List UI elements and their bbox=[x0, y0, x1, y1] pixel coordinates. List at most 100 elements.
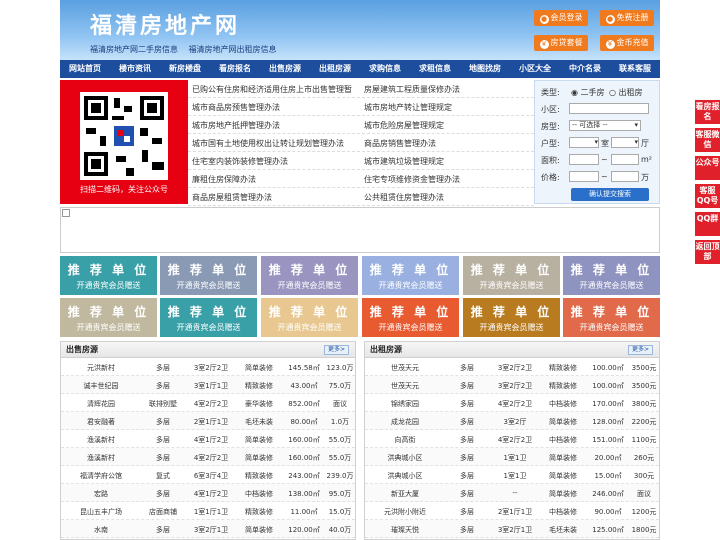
table-row[interactable]: 水南 多层 3室2厅1卫 简单装修 120.00㎡ 40.0万 bbox=[61, 520, 355, 538]
nav-rent[interactable]: 出租房源 bbox=[310, 60, 360, 78]
link-item[interactable]: 城市危险房屋管理规定 bbox=[364, 120, 444, 131]
table-row[interactable]: 昆山五丰广场 店面商铺 1室1厅1卫 精致装修 11.00㎡ 15.0万 bbox=[61, 502, 355, 520]
nav-wanted-rent[interactable]: 求租信息 bbox=[410, 60, 460, 78]
link-item[interactable]: 商品房屋租赁管理办法 bbox=[192, 192, 272, 203]
table-row[interactable]: 世茂天元 多层 3室2厅2卫 精致装修 100.00㎡ 3500元 bbox=[365, 358, 659, 376]
recommend-ad-slot[interactable]: 推 荐 单 位开通贵宾会员赠送 bbox=[563, 298, 660, 337]
link-item[interactable]: 城市建筑垃圾管理规定 bbox=[364, 156, 444, 167]
link-item[interactable]: 住宅室内装饰装修管理办法 bbox=[192, 156, 288, 167]
side-button[interactable]: 客服微信 bbox=[695, 128, 720, 152]
table-row[interactable]: 君安融著 多层 2室1厅1卫 毛坯未装 80.00㎡ 1.0万 bbox=[61, 412, 355, 430]
table-row[interactable]: 宏路 多层 4室1厅2卫 中档装修 138.00㎡ 95.0万 bbox=[61, 484, 355, 502]
table-row[interactable]: 元洪新村 多层 3室2厅2卫 简单装修 145.58㎡ 123.0万 bbox=[61, 358, 355, 376]
price-max-input[interactable] bbox=[611, 171, 639, 182]
link-item[interactable]: 城市房地产转让管理规定 bbox=[364, 102, 452, 113]
link-item[interactable]: 已购公有住房和经济适用住房上市出售管理暂 bbox=[192, 84, 352, 95]
type-secondhand-radio[interactable]: ◉ 二手房 bbox=[571, 87, 605, 98]
rent-more-button[interactable]: 更多> bbox=[627, 345, 653, 355]
table-row[interactable]: 清辉花园 联排别墅 4室2厅2卫 豪华装修 852.00㎡ 面议 bbox=[61, 394, 355, 412]
login-button[interactable]: ● 会员登录 bbox=[534, 10, 588, 26]
table-row[interactable]: 璀璨天悦 多层 3室2厅1卫 毛坯未装 125.00㎡ 1800元 bbox=[365, 520, 659, 538]
table-row[interactable]: 新亚大厦 多层 -- 简单装修 246.00㎡ 面议 bbox=[365, 484, 659, 502]
listing-community[interactable]: 元洪附小附近 bbox=[365, 507, 445, 517]
listing-community[interactable]: 新亚大厦 bbox=[365, 489, 445, 499]
area-min-input[interactable] bbox=[569, 154, 599, 165]
nav-agents[interactable]: 中介名录 bbox=[560, 60, 610, 78]
listing-community[interactable]: 洪典城小区 bbox=[365, 471, 445, 481]
link-item[interactable]: 住宅专项维修资金管理办法 bbox=[364, 174, 460, 185]
link-item[interactable]: 城市商品房预售管理办法 bbox=[192, 102, 280, 113]
listing-community[interactable]: 成龙花园 bbox=[365, 417, 445, 427]
search-submit-button[interactable]: 确认提交搜索 bbox=[571, 188, 649, 201]
table-row[interactable]: 福清学府公馆 复式 6室3厅4卫 精致装修 243.00㎡ 239.0万 bbox=[61, 466, 355, 484]
table-row[interactable]: 渔溪新村 多层 4室1厅2卫 简单装修 160.00㎡ 55.0万 bbox=[61, 430, 355, 448]
house-type-select[interactable]: -- 可选择 -- ▾ bbox=[569, 120, 641, 131]
link-item[interactable]: 城市国有土地使用权出让转让规划管理办法 bbox=[192, 138, 344, 149]
nav-sale[interactable]: 出售房源 bbox=[260, 60, 310, 78]
recommend-ad-slot[interactable]: 推 荐 单 位开通贵宾会员赠送 bbox=[463, 298, 560, 337]
table-row[interactable]: 渔溪新村 多层 4室2厅2卫 简单装修 160.00㎡ 55.0万 bbox=[61, 448, 355, 466]
sale-more-button[interactable]: 更多> bbox=[323, 345, 349, 355]
table-row[interactable]: 洪典城小区 多层 1室1卫 简单装修 15.00㎡ 300元 bbox=[365, 466, 659, 484]
nav-news[interactable]: 楼市资讯 bbox=[110, 60, 160, 78]
recommend-ad-slot[interactable]: 推 荐 单 位开通贵宾会员赠送 bbox=[160, 256, 257, 295]
recommend-ad-slot[interactable]: 推 荐 单 位开通贵宾会员赠送 bbox=[261, 256, 358, 295]
listing-community[interactable]: 宏路 bbox=[61, 489, 141, 499]
site-logo[interactable]: 福清房地产网 bbox=[90, 8, 240, 40]
nav-contact[interactable]: 联系客服 bbox=[610, 60, 660, 78]
listing-community[interactable]: 洪典城小区 bbox=[365, 453, 445, 463]
secondhand-link[interactable]: 福清房地产网二手房信息 bbox=[90, 45, 178, 54]
side-button[interactable]: 看房报名 bbox=[695, 100, 720, 124]
link-item[interactable]: 房屋建筑工程质量保修办法 bbox=[364, 84, 460, 95]
link-item[interactable]: 商品房销售管理办法 bbox=[364, 138, 436, 149]
recommend-ad-slot[interactable]: 推 荐 单 位开通贵宾会员赠送 bbox=[362, 256, 459, 295]
recharge-button[interactable]: ¥ 金币充值 bbox=[600, 35, 654, 51]
listing-community[interactable]: 元洪新村 bbox=[61, 363, 141, 373]
listing-community[interactable]: 君安融著 bbox=[61, 417, 141, 427]
table-row[interactable]: 向高街 多层 4室2厅2卫 中档装修 151.00㎡ 1100元 bbox=[365, 430, 659, 448]
link-item[interactable]: 公共租赁住房管理办法 bbox=[364, 192, 444, 203]
community-input[interactable] bbox=[569, 103, 649, 114]
area-max-input[interactable] bbox=[611, 154, 639, 165]
nav-new-homes[interactable]: 新房楼盘 bbox=[160, 60, 210, 78]
listing-community[interactable]: 璀璨天悦 bbox=[365, 525, 445, 535]
nav-communities[interactable]: 小区大全 bbox=[510, 60, 560, 78]
hall-select[interactable]: ▾ bbox=[611, 137, 639, 148]
listing-community[interactable]: 水南 bbox=[61, 525, 141, 535]
table-row[interactable]: 诚丰世纪园 多层 3室1厅1卫 精致装修 43.00㎡ 75.0万 bbox=[61, 376, 355, 394]
link-item[interactable]: 廉租住房保障办法 bbox=[192, 174, 256, 185]
table-row[interactable]: 元洪附小附近 多层 2室1厅1卫 中档装修 90.00㎡ 1200元 bbox=[365, 502, 659, 520]
listing-community[interactable]: 昆山五丰广场 bbox=[61, 507, 141, 517]
recommend-ad-slot[interactable]: 推 荐 单 位开通贵宾会员赠送 bbox=[463, 256, 560, 295]
listing-community[interactable]: 向高街 bbox=[365, 435, 445, 445]
register-button[interactable]: ● 免费注册 bbox=[600, 10, 654, 26]
listing-community[interactable]: 渔溪新村 bbox=[61, 453, 141, 463]
room-select[interactable]: ▾ bbox=[569, 137, 599, 148]
table-row[interactable]: 锦绣家园 多层 4室2厅2卫 中档装修 170.00㎡ 3800元 bbox=[365, 394, 659, 412]
listing-community[interactable]: 诚丰世纪园 bbox=[61, 381, 141, 391]
recommend-ad-slot[interactable]: 推 荐 单 位开通贵宾会员赠送 bbox=[261, 298, 358, 337]
listing-community[interactable]: 世茂天元 bbox=[365, 363, 445, 373]
table-row[interactable]: 世茂天元 多层 3室2厅2卫 精致装修 100.00㎡ 3500元 bbox=[365, 376, 659, 394]
recommend-ad-slot[interactable]: 推 荐 单 位开通贵宾会员赠送 bbox=[160, 298, 257, 337]
price-min-input[interactable] bbox=[569, 171, 599, 182]
nav-viewing[interactable]: 看房报名 bbox=[210, 60, 260, 78]
listing-community[interactable]: 世茂天元 bbox=[365, 381, 445, 391]
listing-community[interactable]: 渔溪新村 bbox=[61, 435, 141, 445]
listing-community[interactable]: 福清学府公馆 bbox=[61, 471, 141, 481]
side-button[interactable]: 客服QQ号 bbox=[695, 184, 720, 208]
table-row[interactable]: 成龙花园 多层 3室2厅 简单装修 128.00㎡ 2200元 bbox=[365, 412, 659, 430]
loan-button[interactable]: ¥ 房贷套餐 bbox=[534, 35, 588, 51]
link-item[interactable]: 城市房地产抵押管理办法 bbox=[192, 120, 280, 131]
recommend-ad-slot[interactable]: 推 荐 单 位开通贵宾会员赠送 bbox=[60, 256, 157, 295]
recommend-ad-slot[interactable]: 推 荐 单 位开通贵宾会员赠送 bbox=[362, 298, 459, 337]
nav-wanted-buy[interactable]: 求购信息 bbox=[360, 60, 410, 78]
recommend-ad-slot[interactable]: 推 荐 单 位开通贵宾会员赠送 bbox=[563, 256, 660, 295]
rental-link[interactable]: 福清房地产网出租房信息 bbox=[189, 45, 277, 54]
recommend-ad-slot[interactable]: 推 荐 单 位开通贵宾会员赠送 bbox=[60, 298, 157, 337]
listing-community[interactable]: 锦绣家园 bbox=[365, 399, 445, 409]
banner-image[interactable] bbox=[60, 207, 660, 253]
type-rent-radio[interactable]: ○ 出租房 bbox=[609, 87, 643, 98]
nav-map[interactable]: 地图找房 bbox=[460, 60, 510, 78]
table-row[interactable]: 洪典城小区 多层 1室1卫 简单装修 20.00㎡ 260元 bbox=[365, 448, 659, 466]
